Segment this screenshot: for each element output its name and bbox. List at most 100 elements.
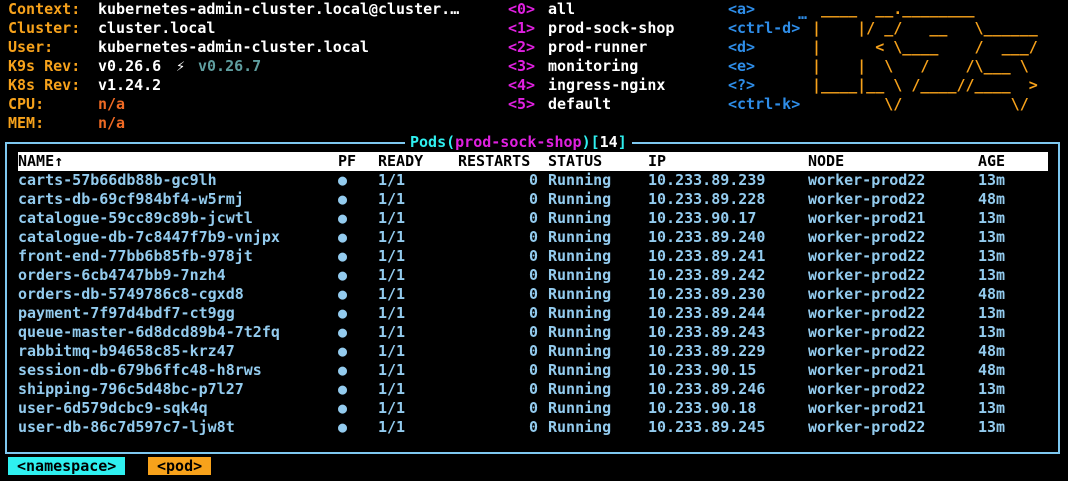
pod-status: Running (548, 266, 612, 284)
col-ready[interactable]: READY (378, 152, 423, 171)
ns-name-all[interactable]: all (548, 0, 575, 19)
table-row[interactable]: user-6d579dcbc9-sqk4q ● 1/1 0 Running 10.233.… (18, 399, 1048, 418)
table-row[interactable]: queue-master-6d8dcd89b4-7t2fq ● 1/1 0 Runnin… (18, 323, 1048, 342)
ns-key-5[interactable]: <5> (508, 95, 535, 114)
hotkey-edit[interactable]: <e> (728, 57, 755, 76)
table-row[interactable]: user-db-86c7d597c7-ljw8t ● 1/1 0 Running 10.2… (18, 418, 1048, 437)
pod-node: worker-prod22 (808, 171, 926, 189)
pod-name: session-db-679b6ffc48-h8rws (18, 361, 262, 379)
port-forward-indicator: ● (338, 209, 348, 227)
pod-restarts: 0 (528, 418, 538, 436)
table-row[interactable]: shipping-796c5d48bc-p7l27 ● 1/1 0 Running 10.… (18, 380, 1048, 399)
pod-ip: 10.233.89.241 (648, 247, 766, 265)
ns-key-1[interactable]: <1> (508, 19, 535, 38)
pod-status: Running (548, 323, 612, 341)
pod-age: 13m (978, 304, 1006, 322)
pod-name: queue-master-6d8dcd89b4-7t2fq (18, 323, 280, 341)
pod-age: 13m (978, 266, 1006, 284)
table-row[interactable]: carts-57b66db88b-gc9lh ● 1/1 0 Running 10.233… (18, 171, 1048, 190)
ns-name-monitoring[interactable]: monitoring (548, 57, 638, 76)
k9s-rev-value: v0.26.6 (98, 57, 162, 75)
k9s-latest-version: v0.26.7 (198, 57, 262, 75)
table-row[interactable]: catalogue-db-7c8447f7b9-vnjpx ● 1/1 0 Runnin… (18, 228, 1048, 247)
pod-ip: 10.233.89.230 (648, 285, 766, 303)
pod-age: 13m (978, 247, 1006, 265)
ns-name-prod-sock-shop[interactable]: prod-sock-shop (548, 19, 674, 38)
pod-node: worker-prod22 (808, 304, 926, 322)
hotkey-kill[interactable]: <ctrl-k> (728, 95, 800, 114)
pod-ip: 10.233.89.239 (648, 171, 766, 189)
pod-ip: 10.233.89.246 (648, 380, 766, 398)
pod-status: Running (548, 228, 612, 246)
pod-node: worker-prod21 (808, 209, 926, 227)
table-row[interactable]: carts-db-69cf984bf4-w5rmj ● 1/1 0 Running 10.… (18, 190, 1048, 209)
pod-restarts: 0 (528, 380, 538, 398)
k9s-rev-label: K9s Rev: (8, 57, 81, 75)
pod-node: worker-prod22 (808, 380, 926, 398)
mem-label: MEM: (8, 114, 45, 132)
ns-name-default[interactable]: default (548, 95, 611, 114)
pod-node: worker-prod22 (808, 418, 926, 436)
ns-name-prod-runner[interactable]: prod-runner (548, 38, 647, 57)
pod-restarts: 0 (528, 304, 538, 322)
pod-status: Running (548, 380, 612, 398)
pods-table-title: Pods(prod-sock-shop)[14] (405, 133, 632, 152)
pod-ip: 10.233.89.228 (648, 190, 766, 208)
col-status[interactable]: STATUS (548, 152, 602, 171)
ns-key-2[interactable]: <2> (508, 38, 535, 57)
col-node[interactable]: NODE (808, 152, 844, 171)
col-restarts[interactable]: RESTARTS (458, 152, 530, 171)
hotkey-attach[interactable]: <a> (728, 0, 755, 19)
pod-count: 14 (599, 133, 618, 151)
hotkey-help[interactable]: <?> (728, 76, 755, 95)
logo-line: |____|__ \ /____//____ > (812, 76, 1047, 94)
hotkey-describe[interactable]: <d> (728, 38, 755, 57)
table-row[interactable]: front-end-77bb6b85fb-978jt ● 1/1 0 Running 10… (18, 247, 1048, 266)
table-row[interactable]: session-db-679b6ffc48-h8rws ● 1/1 0 Running 1… (18, 361, 1048, 380)
port-forward-indicator: ● (338, 323, 348, 341)
pod-status: Running (548, 171, 612, 189)
pod-name: carts-db-69cf984bf4-w5rmj (18, 190, 244, 208)
ns-key-4[interactable]: <4> (508, 76, 535, 95)
pod-age: 13m (978, 418, 1006, 436)
ns-key-3[interactable]: <3> (508, 57, 535, 76)
pod-node: worker-prod22 (808, 266, 926, 284)
col-pf[interactable]: PF (338, 152, 356, 171)
table-row[interactable]: orders-6cb4747bb9-7nzh4 ● 1/1 0 Running 10.23… (18, 266, 1048, 285)
pod-ready: 1/1 (378, 266, 406, 284)
pod-ip: 10.233.89.245 (648, 418, 766, 436)
mem-value: n/a (98, 114, 126, 132)
pod-ready: 1/1 (378, 304, 406, 322)
table-row[interactable]: orders-db-5749786c8-cgxd8 ● 1/1 0 Running 10.… (18, 285, 1048, 304)
cpu-value: n/a (98, 95, 126, 113)
pod-status: Running (548, 304, 612, 322)
pod-ip: 10.233.89.229 (648, 342, 766, 360)
port-forward-indicator: ● (338, 266, 348, 284)
pod-status: Running (548, 247, 612, 265)
pod-restarts: 0 (528, 171, 538, 189)
col-age[interactable]: AGE (978, 152, 1005, 171)
pod-restarts: 0 (528, 266, 538, 284)
ns-key-0[interactable]: <0> (508, 0, 535, 19)
port-forward-indicator: ● (338, 228, 348, 246)
pod-node: worker-prod22 (808, 228, 926, 246)
col-name[interactable]: NAME↑ (18, 152, 63, 171)
table-row[interactable]: rabbitmq-b94658c85-krz47 ● 1/1 0 Running 10.2… (18, 342, 1048, 361)
context-label: Context: (8, 0, 81, 18)
table-row[interactable]: payment-7f97d4bdf7-ct9gg ● 1/1 0 Running 10.2… (18, 304, 1048, 323)
breadcrumb-namespace[interactable]: <namespace> (8, 457, 126, 475)
col-ip[interactable]: IP (648, 152, 666, 171)
port-forward-indicator: ● (338, 418, 348, 436)
pod-age: 13m (978, 171, 1006, 189)
pod-node: worker-prod21 (808, 361, 926, 379)
pod-age: 13m (978, 209, 1006, 227)
hotkey-delete[interactable]: <ctrl-d> (728, 19, 800, 38)
table-header: NAME↑ PF READY RESTARTS STATUS IP NODE A… (18, 152, 1048, 171)
logo-line: | |/ _/ __ \______ (812, 19, 1047, 37)
table-row[interactable]: catalogue-59cc89c89b-jcwtl ● 1/1 0 Running 10… (18, 209, 1048, 228)
ns-name-ingress-nginx[interactable]: ingress-nginx (548, 76, 665, 95)
pod-restarts: 0 (528, 247, 538, 265)
pod-name: shipping-796c5d48bc-p7l27 (18, 380, 244, 398)
breadcrumb-pod[interactable]: <pod> (148, 457, 212, 475)
pod-age: 13m (978, 323, 1006, 341)
